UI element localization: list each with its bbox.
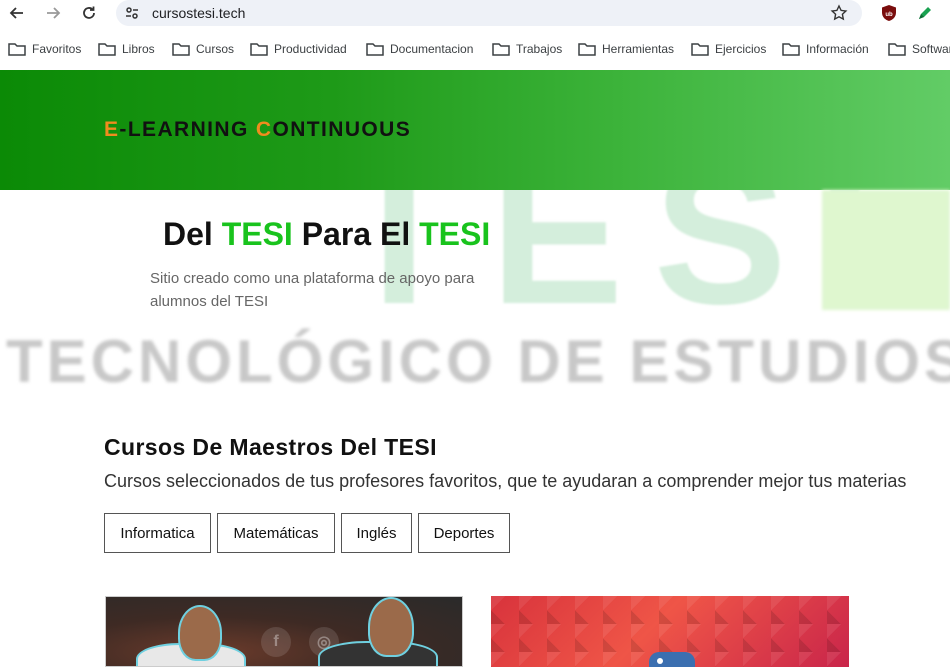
bookmark-folder-software[interactable]: Software [888, 40, 950, 58]
course-card-1[interactable]: f ◎ [105, 596, 463, 667]
tagline-tesi-2: TESI [419, 216, 491, 252]
bookmark-label: Software [912, 42, 950, 56]
bookmark-label: Información [806, 42, 869, 56]
folder-icon [782, 43, 800, 56]
folder-icon [888, 43, 906, 56]
tagline-tesi-1: TESI [221, 216, 293, 252]
folder-icon [250, 43, 268, 56]
folder-icon [578, 43, 596, 56]
svg-text:ub: ub [885, 12, 893, 18]
bookmark-folder-cursos[interactable]: Cursos [172, 40, 234, 58]
green-decoration [822, 190, 950, 310]
reload-icon[interactable] [77, 2, 101, 24]
bookmark-label: Herramientas [602, 42, 675, 56]
url-text[interactable]: cursostesi.tech [152, 5, 245, 21]
site-logo[interactable]: E-LEARNING CONTINUOUS [104, 118, 411, 142]
page-tagline: Del TESI Para El TESI [163, 216, 490, 253]
tagline-para-el: Para El [292, 216, 420, 252]
bookmark-label: Cursos [196, 42, 235, 56]
tecnologico-watermark: TECNOLÓGICO DE ESTUDIOS S [0, 325, 950, 397]
brand-learning: -LEARNING [119, 118, 256, 141]
bookmark-label: Productividad [274, 42, 347, 56]
filter-ingles-button[interactable]: Inglés [341, 513, 412, 553]
course-card-2[interactable] [491, 596, 849, 667]
address-bar[interactable]: cursostesi.tech [116, 0, 862, 26]
pen-icon[interactable] [916, 4, 934, 22]
brand-continuous: ONTINUOUS [272, 118, 412, 141]
bookmark-label: Trabajos [516, 42, 563, 56]
bookmark-folder-ejercicios[interactable]: Ejercicios [691, 40, 766, 58]
bookmark-folder-productividad[interactable]: Productividad [250, 40, 347, 58]
courses-section-subtitle: Cursos seleccionados de tus profesores f… [104, 471, 907, 491]
bookmark-label: Libros [122, 42, 155, 56]
bookmark-folder-documentacion[interactable]: Documentacion [366, 40, 473, 58]
folder-icon [492, 43, 510, 56]
forward-arrow-icon[interactable] [41, 2, 65, 24]
bookmark-folder-libros[interactable]: Libros [98, 40, 155, 58]
bookmark-label: Documentacion [390, 42, 474, 56]
teacher-1-photo [178, 605, 222, 661]
bookmark-label: Favoritos [32, 42, 82, 56]
ublock-shield-icon[interactable]: ub [880, 4, 898, 22]
hero-banner: E-LEARNING CONTINUOUS [0, 70, 950, 190]
folder-icon [98, 43, 116, 56]
bookmark-folder-informacion[interactable]: Información [782, 40, 869, 58]
browser-toolbar: cursostesi.tech ub [0, 0, 950, 28]
folder-icon [691, 43, 709, 56]
filter-informatica-button[interactable]: Informatica [104, 513, 211, 553]
watermark-text: TECNOLÓGICO DE ESTUDIOS S [6, 328, 950, 395]
bookmark-folder-favoritos[interactable]: Favoritos [8, 40, 81, 58]
tagline-del: Del [163, 216, 222, 252]
bookmark-folder-trabajos[interactable]: Trabajos [492, 40, 562, 58]
teacher-2-photo [368, 597, 414, 657]
filter-deportes-button[interactable]: Deportes [418, 513, 510, 553]
courses-section-title: Cursos De Maestros Del TESI [104, 434, 437, 460]
star-icon[interactable] [830, 4, 848, 27]
tune-icon[interactable] [124, 5, 140, 26]
python-logo-icon [649, 652, 695, 667]
facebook-icon: f [261, 627, 291, 657]
bookmark-folder-herramientas[interactable]: Herramientas [578, 40, 674, 58]
folder-icon [8, 43, 26, 56]
filter-matematicas-button[interactable]: Matemáticas [217, 513, 335, 553]
brand-letter-e: E [104, 118, 120, 141]
brand-letter-c: C [255, 118, 273, 141]
bookmark-label: Ejercicios [715, 42, 767, 56]
folder-icon [172, 43, 190, 56]
bookmarks-bar: Favoritos Libros Cursos Productividad Do… [0, 36, 950, 62]
back-arrow-icon[interactable] [5, 2, 29, 24]
folder-icon [366, 43, 384, 56]
site-description: Sitio creado como una plataforma de apoy… [150, 270, 475, 310]
